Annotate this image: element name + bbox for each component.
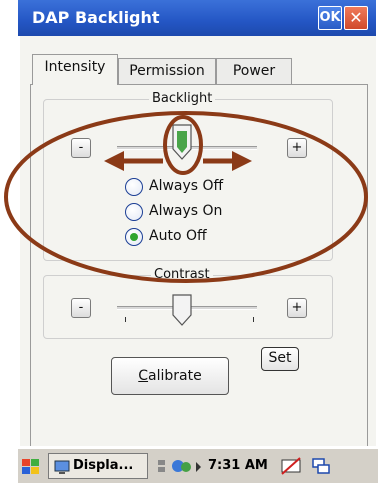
contrast-decrease-button[interactable]: - <box>71 298 91 318</box>
ok-button[interactable]: OK <box>318 6 342 30</box>
backlight-group-label: Backlight <box>149 91 216 106</box>
contrast-increase-button[interactable]: + <box>287 298 307 318</box>
calibrate-button[interactable]: Calibrate <box>111 357 229 395</box>
close-button[interactable]: ✕ <box>344 6 368 30</box>
backlight-increase-button[interactable]: + <box>287 138 307 158</box>
network-tray-icon[interactable] <box>156 457 206 477</box>
device-screen: DAP Backlight OK ✕ Intensity Permission … <box>18 0 378 483</box>
contrast-slider-thumb[interactable] <box>171 293 193 327</box>
taskbar: Displa... 7:31 AM <box>18 448 378 483</box>
tab-permission[interactable]: Permission <box>118 58 216 84</box>
contrast-group-label: Contrast <box>151 267 213 282</box>
start-logo-icon[interactable] <box>20 457 42 477</box>
contrast-min-tick <box>125 317 126 322</box>
taskbar-app-button[interactable]: Displa... <box>48 453 148 479</box>
taskbar-app-label: Displa... <box>73 458 134 473</box>
radio-dot <box>130 233 138 241</box>
windows-switch-icon[interactable] <box>310 456 332 476</box>
backlight-slider-thumb[interactable] <box>171 123 193 161</box>
radio-label: Always On <box>149 203 223 219</box>
tab-power[interactable]: Power <box>216 58 292 84</box>
radio-label: Auto Off <box>149 228 207 244</box>
radio-circle-selected[interactable] <box>125 228 143 246</box>
window-title: DAP Backlight <box>32 8 160 27</box>
contrast-max-tick <box>253 317 254 322</box>
dialog-body: Intensity Permission Power Backlight - +… <box>20 36 376 446</box>
title-bar: DAP Backlight OK ✕ <box>18 0 376 36</box>
set-button[interactable]: Set <box>261 347 299 371</box>
keyboard-off-icon[interactable] <box>280 456 302 476</box>
backlight-decrease-button[interactable]: - <box>71 138 91 158</box>
intensity-panel: Backlight - + Always Off Always On Auto … <box>30 84 368 446</box>
taskbar-clock[interactable]: 7:31 AM <box>208 458 268 473</box>
radio-label: Always Off <box>149 178 224 194</box>
tab-intensity[interactable]: Intensity <box>32 54 118 85</box>
radio-circle[interactable] <box>125 178 143 196</box>
radio-circle[interactable] <box>125 203 143 221</box>
display-app-icon <box>54 460 70 474</box>
